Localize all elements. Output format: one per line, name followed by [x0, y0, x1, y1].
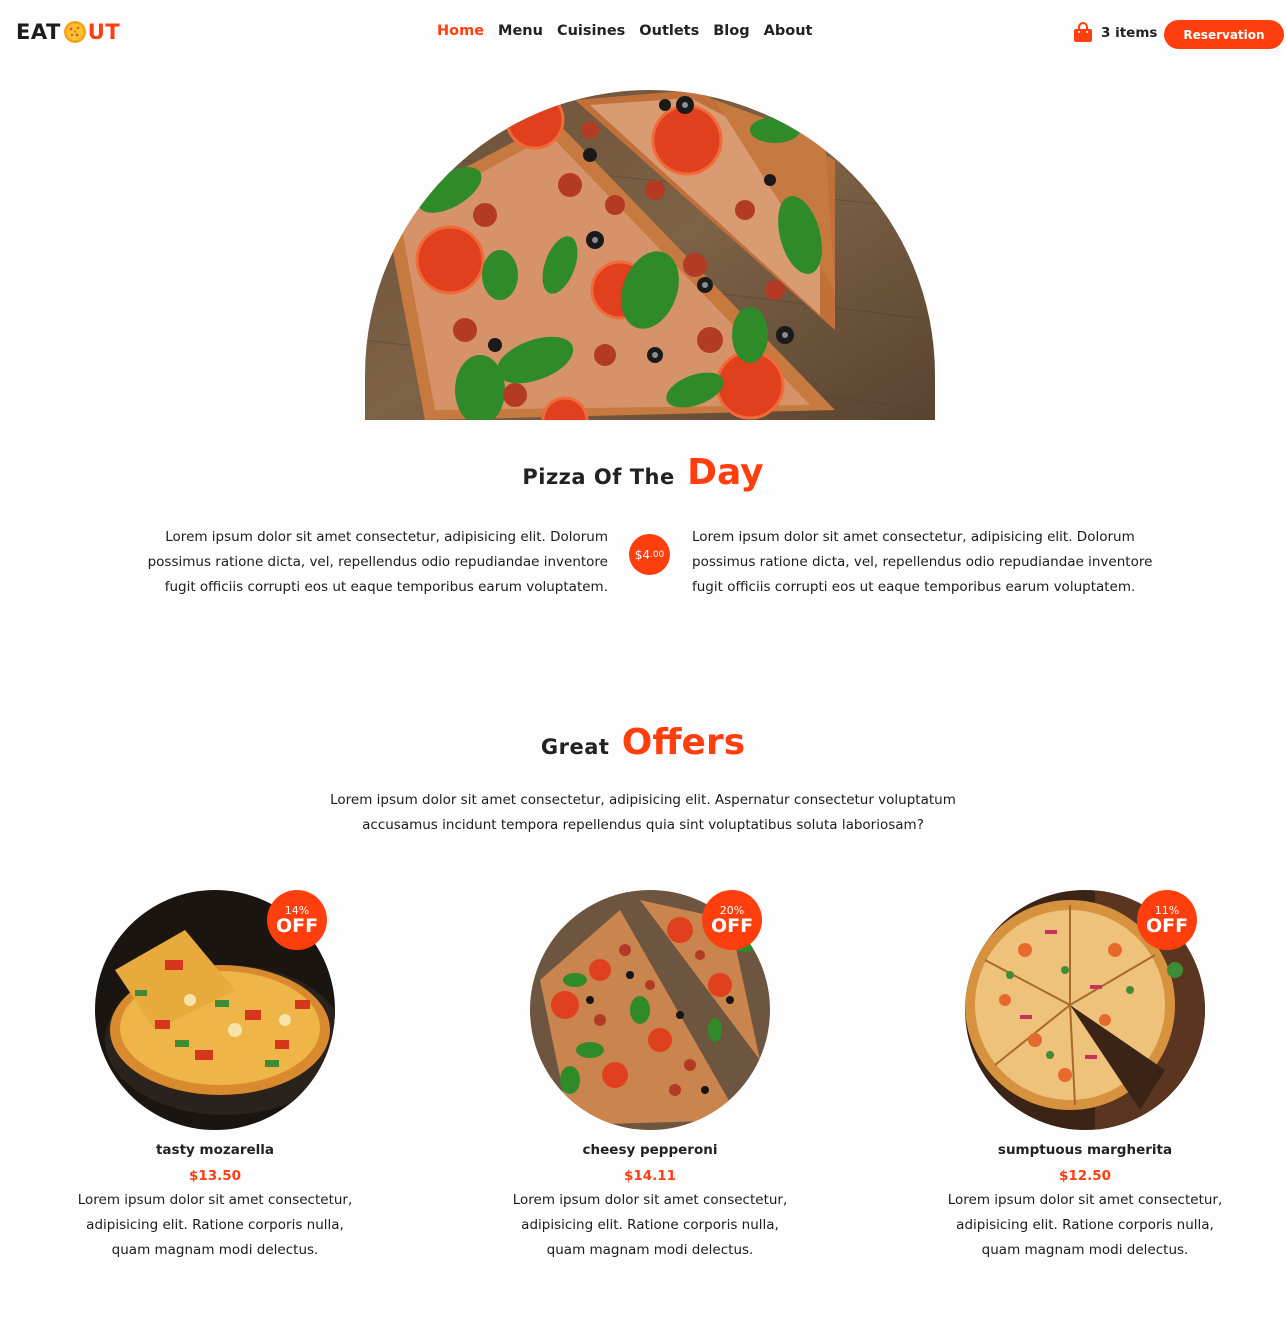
offer-price: $14.11	[623, 1168, 677, 1184]
offer-price: $12.50	[1058, 1168, 1112, 1184]
nav-home[interactable]: Home	[437, 23, 484, 39]
site-header: EAT UT Home Menu Cuisines Outlets Blog A…	[0, 0, 1286, 66]
offer-name: sumptuous margherita	[997, 1142, 1173, 1158]
shopping-bag-icon	[1074, 22, 1092, 42]
discount-off-label: OFF	[710, 914, 754, 937]
offer-price: $13.50	[188, 1168, 242, 1184]
offer-card[interactable]: 20% OFF cheesy pepperoni $14.11 Lorem ip…	[500, 890, 800, 1263]
price-cents: .00	[649, 549, 665, 560]
discount-off-label: OFF	[275, 914, 319, 937]
discount-badge: 14% OFF	[267, 890, 327, 950]
brand-logo[interactable]: EAT UT	[16, 18, 120, 46]
discount-badge: 11% OFF	[1137, 890, 1197, 950]
discount-off-label: OFF	[1145, 914, 1189, 937]
offers-title-small: Great	[540, 735, 610, 759]
pizza-of-day-text-right: Lorem ipsum dolor sit amet consectetur, …	[692, 529, 1153, 595]
offer-description: Lorem ipsum dolor sit amet consectetur, …	[77, 1192, 353, 1258]
discount-percent: 14%	[284, 903, 310, 917]
discount-percent: 20%	[719, 903, 745, 917]
discount-percent: 11%	[1154, 903, 1180, 917]
nav-menu[interactable]: Menu	[498, 23, 543, 39]
offer-card[interactable]: 14% OFF tasty mozarella $13.50 Lorem ips…	[65, 890, 365, 1263]
nav-cuisines[interactable]: Cuisines	[557, 23, 625, 39]
pizza-of-day-title-big: Day	[687, 452, 764, 493]
offer-description: Lorem ipsum dolor sit amet consectetur, …	[512, 1192, 788, 1258]
price-main: $4	[634, 547, 650, 562]
offer-name: tasty mozarella	[155, 1142, 275, 1158]
reservation-button[interactable]: Reservation	[1164, 20, 1284, 49]
cart-count: 3 items	[1101, 24, 1158, 41]
nav-about[interactable]: About	[764, 23, 813, 39]
pizza-of-day-text-left: Lorem ipsum dolor sit amet consectetur, …	[147, 529, 608, 595]
nav-blog[interactable]: Blog	[713, 23, 749, 39]
brand-logo-part2: UT	[87, 20, 121, 44]
pizza-of-day-title-small: Pizza Of The	[522, 465, 675, 489]
offer-card[interactable]: 11% OFF sumptuous margherita $12.50 Lore…	[935, 890, 1235, 1263]
nav-outlets[interactable]: Outlets	[639, 23, 699, 39]
offers-description: Lorem ipsum dolor sit amet consectetur, …	[330, 792, 956, 833]
offer-description: Lorem ipsum dolor sit amet consectetur, …	[947, 1192, 1223, 1258]
hero-pizza-image	[365, 90, 935, 420]
discount-badge: 20% OFF	[702, 890, 762, 950]
pizza-of-day-title: Pizza Of The Day	[0, 452, 1286, 493]
offer-name: cheesy pepperoni	[582, 1142, 718, 1158]
offers-title-big: Offers	[621, 722, 746, 763]
main-nav: Home Menu Cuisines Outlets Blog About	[437, 20, 826, 42]
offers-title: Great Offers	[0, 722, 1286, 763]
cart-link[interactable]: 3 items	[1073, 22, 1157, 43]
pizza-of-day-price-badge: $4.00	[629, 534, 670, 575]
pizza-logo-icon	[63, 21, 86, 43]
brand-logo-part1: EAT	[16, 20, 61, 44]
